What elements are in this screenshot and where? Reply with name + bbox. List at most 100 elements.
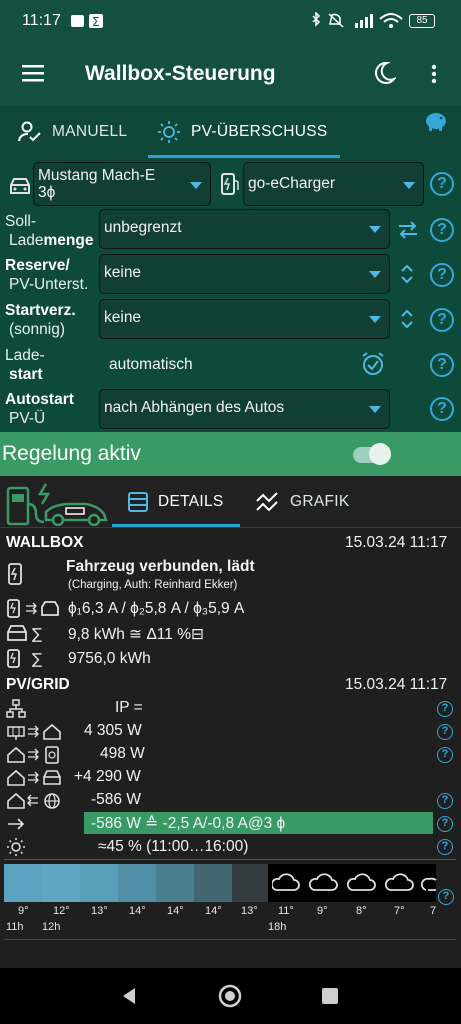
reserve-select[interactable]: keine	[99, 254, 390, 294]
help-icon-sun[interactable]: ?	[437, 839, 453, 855]
notification-icons: Σ	[71, 14, 103, 29]
swap-arrows-icon[interactable]	[396, 220, 420, 240]
help-icon-ladestart[interactable]: ?	[430, 353, 454, 377]
charger-icon	[8, 563, 22, 585]
autostart-label: Autostart PV-Ü	[5, 391, 74, 427]
regelung-toggle-knob[interactable]	[369, 443, 391, 465]
wallbox-total-energy: 9756,0 kWh	[68, 650, 151, 667]
weather-temp: 14°	[205, 905, 222, 917]
wallbox-section-title: WALLBOX	[6, 534, 84, 551]
house-to-battery-icon	[7, 746, 59, 764]
svg-text:Σ: Σ	[92, 15, 100, 29]
settings-form: Mustang Mach-E 3ϕ go-eCharger ? Soll- La…	[0, 158, 461, 432]
weather-temp: 14°	[129, 905, 146, 917]
weather-temp: 13°	[91, 905, 108, 917]
weather-cell	[80, 864, 118, 902]
menu-icon[interactable]	[22, 64, 46, 82]
charger-to-car-icon	[7, 599, 59, 618]
pvgrid-section-title: PV/GRID	[6, 676, 70, 693]
up-down-arrows-icon[interactable]	[400, 262, 414, 286]
svg-text:∑: ∑	[32, 650, 42, 668]
help-icon-reserve[interactable]: ?	[430, 263, 454, 287]
ladestart-label: Lade- start	[5, 347, 45, 383]
help-icon-soll[interactable]: ?	[430, 218, 454, 242]
cloud-icons	[272, 873, 437, 891]
house-to-car-value: +4 290 W	[74, 768, 141, 785]
sun-forecast: ≈45 % (11:00…16:00)	[98, 838, 249, 855]
navigation-bar	[0, 968, 461, 1024]
weather-cell	[156, 864, 194, 902]
tab-pv-ueberschuss[interactable]: PV-ÜBERSCHUSS	[157, 106, 328, 158]
help-icon-ip[interactable]: ?	[437, 701, 453, 717]
help-icon-battery[interactable]: ?	[437, 747, 453, 763]
weather-temp: 11°	[278, 905, 294, 917]
help-icon-vehicle[interactable]: ?	[430, 172, 454, 196]
weather-temp: 13°	[241, 905, 258, 917]
autostart-select[interactable]: nach Abhängen des Autos	[99, 389, 390, 429]
sun-icon	[158, 121, 180, 143]
car-sum-icon: ∑	[7, 625, 42, 643]
sun-icon	[7, 838, 25, 856]
mode-tabs: MANUELL PV-ÜBERSCHUSS	[0, 106, 461, 158]
charger-select[interactable]: go-eCharger	[243, 162, 424, 206]
weather-hour: 18h	[268, 921, 287, 933]
help-icon-startverz[interactable]: ?	[430, 308, 454, 332]
piggy-bank-icon[interactable]	[423, 110, 449, 132]
chart-line-icon	[256, 492, 278, 512]
alarm-clock-icon[interactable]	[361, 351, 385, 377]
arrow-right-icon	[8, 818, 25, 830]
help-icon-autostart[interactable]: ?	[430, 397, 454, 421]
surplus-value: -586 W ≙ -2,5 A/-0,8 A@3 ϕ	[91, 815, 286, 832]
tab-manuell[interactable]: MANUELL	[18, 106, 127, 158]
weather-hour: 11h	[6, 921, 24, 933]
home-icon[interactable]	[218, 984, 242, 1008]
status-bar: 11:17 Σ 85	[0, 0, 461, 40]
divider	[4, 939, 456, 940]
weather-strip	[4, 864, 437, 902]
car-icon	[10, 178, 30, 194]
charger-icon	[221, 173, 239, 195]
pv-to-house-icon	[7, 723, 61, 740]
recents-icon[interactable]	[321, 987, 339, 1005]
house-to-battery-value: 498 W	[100, 745, 145, 762]
dark-mode-icon[interactable]	[374, 61, 396, 85]
weather-temp: 9°	[317, 905, 328, 917]
weather-temp: 7°	[394, 905, 405, 917]
weather-cell	[42, 864, 80, 902]
detail-tabs: DETAILS GRAFIK	[0, 476, 461, 528]
network-icon	[6, 699, 26, 718]
soll-lademenge-select[interactable]: unbegrenzt	[99, 209, 390, 249]
reserve-label: Reserve/ PV-Unterst.	[5, 257, 89, 293]
help-icon-grid[interactable]: ?	[437, 793, 453, 809]
wallbox-timestamp: 15.03.24 11:17	[345, 534, 448, 551]
status-time: 11:17	[22, 12, 61, 29]
person-check-icon	[18, 121, 41, 142]
startverz-select[interactable]: keine	[99, 299, 390, 339]
vehicle-select[interactable]: Mustang Mach-E 3ϕ	[33, 162, 211, 206]
ladestart-value[interactable]: automatisch	[109, 356, 193, 374]
system-status-icons	[312, 12, 403, 28]
wallbox-session-energy: 9,8 kWh ≅ Δ11 %⊟	[68, 626, 204, 643]
soll-label: Soll- Lademenge	[5, 213, 94, 249]
weather-hour: 12h	[42, 921, 61, 933]
help-icon-weather[interactable]: ?	[438, 889, 454, 905]
grid-value: -586 W	[91, 791, 141, 808]
pvgrid-timestamp: 15.03.24 11:17	[345, 676, 448, 693]
wallbox-substatus: (Charging, Auth: Reinhard Ekker)	[68, 579, 238, 591]
help-icon-surplus[interactable]: ?	[437, 816, 453, 832]
wallbox-phases: ϕ₁6,3 A / ϕ₂5,8 A / ϕ₃5,9 A	[68, 600, 245, 617]
tab-grafik[interactable]: GRAFIK	[256, 476, 350, 528]
startverz-label: Startverz. (sonnig)	[5, 302, 76, 338]
weather-temp: 7	[430, 905, 437, 917]
weather-cell	[232, 864, 268, 902]
app-bar: Wallbox-Steuerung	[0, 40, 461, 106]
help-icon-pv[interactable]: ?	[437, 724, 453, 740]
up-down-arrows-icon[interactable]	[400, 307, 414, 331]
weather-cell	[118, 864, 156, 902]
more-options-icon[interactable]	[431, 64, 437, 84]
back-icon[interactable]	[120, 986, 138, 1006]
house-from-grid-icon	[7, 792, 60, 809]
tab-details[interactable]: DETAILS	[128, 476, 224, 528]
regelung-label: Regelung aktiv	[2, 442, 141, 465]
pvgrid-ip: IP =	[115, 699, 143, 716]
